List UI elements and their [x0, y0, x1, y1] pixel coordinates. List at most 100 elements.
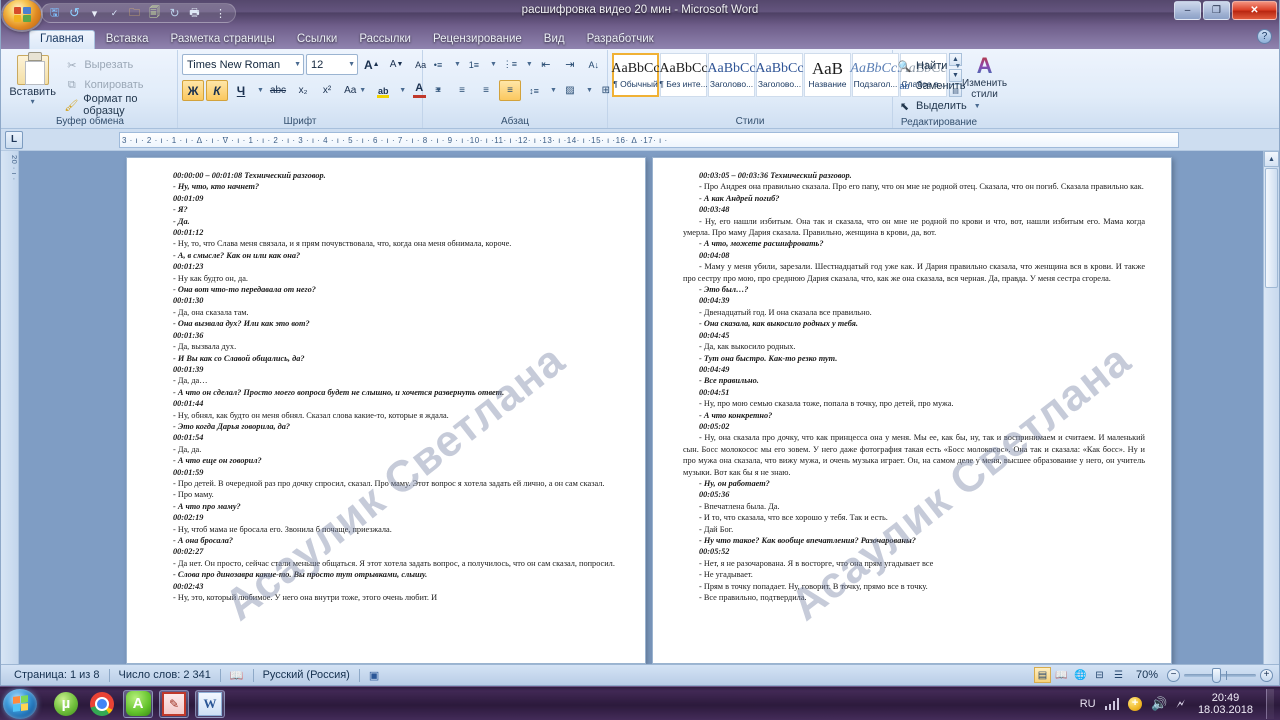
paste-icon[interactable]: 🗐 — [146, 5, 163, 22]
customize-qat-icon[interactable]: ⋮ — [212, 5, 229, 22]
decrease-indent-button[interactable]: ⇤ — [535, 54, 557, 75]
numbering-dropdown-icon[interactable]: ▼ — [487, 61, 497, 68]
style-heading-1[interactable]: AaBbCc Заголово... — [707, 53, 756, 97]
close-button[interactable]: ✕ — [1232, 1, 1277, 20]
zoom-level[interactable]: 70% — [1129, 669, 1165, 681]
zoom-slider[interactable]: − + — [1167, 667, 1273, 683]
open-icon[interactable]: 🗀 — [126, 5, 143, 22]
superscript-button[interactable]: x² — [316, 80, 338, 101]
align-justify-button[interactable]: ≡ — [499, 80, 521, 101]
paste-button[interactable]: Вставить ▾ — [7, 52, 58, 106]
shrink-font-button[interactable]: A ▼ — [386, 54, 408, 75]
document-page-left[interactable]: 00:00:00 – 00:01:08 Технический разговор… — [126, 157, 646, 664]
select-dropdown-icon[interactable]: ▼ — [971, 103, 981, 110]
proofing-status-icon[interactable]: 📖 — [221, 667, 253, 684]
tab-stop-selector[interactable]: L — [5, 130, 23, 149]
language-indicator[interactable]: RU — [1080, 698, 1096, 710]
office-button[interactable] — [3, 0, 41, 30]
font-name-combo[interactable]: Times New Roman ▼ — [182, 54, 304, 75]
select-button[interactable]: ⬉ Выделить ▼ — [897, 96, 981, 116]
underline-button[interactable]: Ч — [230, 80, 252, 101]
network-signal-icon[interactable] — [1104, 697, 1120, 710]
document-scrollbar[interactable]: ▲ — [1263, 151, 1279, 664]
grow-font-button[interactable]: A ▲ — [360, 54, 384, 75]
bullets-button[interactable]: •≡ — [427, 54, 449, 75]
view-draft-button[interactable]: ☰ — [1110, 667, 1127, 683]
tab-references[interactable]: Ссылки — [286, 31, 349, 50]
tab-page-layout[interactable]: Разметка страницы — [160, 31, 286, 50]
taskbar-item-utorrent[interactable]: µ — [51, 690, 81, 718]
style-heading-2[interactable]: AaBbCc Заголово... — [755, 53, 804, 97]
scrollbar-thumb[interactable] — [1265, 168, 1278, 288]
tab-developer[interactable]: Разработчик — [576, 31, 665, 50]
multilevel-list-button[interactable]: ⋮≡ — [499, 54, 521, 75]
paste-dropdown-icon[interactable]: ▾ — [31, 98, 35, 106]
cut-button[interactable]: ✂ Вырезать — [64, 56, 173, 74]
find-button[interactable]: 🔍 Найти ▼ — [897, 56, 962, 76]
page-indicator[interactable]: Страница: 1 из 8 — [5, 667, 109, 684]
undo-dropdown-icon[interactable]: ▾ — [86, 5, 103, 22]
view-web-layout-button[interactable]: 🌐 — [1072, 667, 1089, 683]
change-case-button[interactable]: Aa ▼ — [340, 80, 370, 101]
word-count[interactable]: Число слов: 2 341 — [110, 667, 220, 684]
highlight-dropdown-icon[interactable]: ▼ — [396, 87, 406, 94]
align-right-button[interactable]: ≡ — [475, 80, 497, 101]
tab-mailings[interactable]: Рассылки — [348, 31, 422, 50]
redo-icon[interactable]: ↻ — [166, 5, 183, 22]
print-icon[interactable]: 🖶 — [186, 5, 203, 22]
restore-button[interactable]: ❐ — [1203, 1, 1230, 20]
view-print-layout-button[interactable]: ▤ — [1033, 667, 1051, 683]
tab-view[interactable]: Вид — [533, 31, 576, 50]
tab-review[interactable]: Рецензирование — [422, 31, 533, 50]
style-no-spacing[interactable]: AaBbCc ¶ Без инте... — [659, 53, 708, 97]
copy-button[interactable]: ⧉ Копировать — [64, 76, 173, 94]
replace-button[interactable]: ab Заменить — [897, 76, 965, 96]
chevron-down-icon[interactable]: ▼ — [291, 61, 301, 68]
horizontal-ruler[interactable]: 3 · ı · 2 · ı · 1 · ı · ᐃ · ı · ᐁ · ı · … — [119, 132, 1179, 148]
style-normal[interactable]: AaBbCc ¶ Обычный — [611, 53, 660, 97]
page-left-text[interactable]: 00:00:00 – 00:01:08 Технический разговор… — [157, 170, 619, 603]
page-right-text[interactable]: 00:03:05 – 00:03:36 Технический разговор… — [683, 170, 1145, 603]
scroll-up-button[interactable]: ▲ — [1264, 151, 1279, 167]
line-spacing-button[interactable]: ↕≡ — [523, 80, 545, 101]
align-left-button[interactable]: ≡ — [427, 80, 449, 101]
undo-icon[interactable]: ↺ — [66, 5, 83, 22]
action-center-icon[interactable]: + — [1128, 696, 1143, 711]
show-desktop-button[interactable] — [1266, 688, 1274, 719]
italic-button[interactable]: К — [206, 80, 228, 101]
bold-button[interactable]: Ж — [182, 80, 204, 101]
start-button[interactable] — [3, 688, 37, 719]
zoom-slider-track[interactable] — [1184, 667, 1256, 683]
tab-home[interactable]: Главная — [29, 29, 95, 49]
style-subtitle[interactable]: AaBbCc. Подзагол... — [850, 53, 901, 97]
shading-dropdown-icon[interactable]: ▼ — [583, 87, 593, 94]
align-center-button[interactable]: ≡ — [451, 80, 473, 101]
taskbar-item-word[interactable]: W — [195, 689, 225, 718]
save-icon[interactable]: 🖫 — [46, 5, 63, 22]
chevron-down-icon[interactable]: ▼ — [345, 61, 355, 68]
language-indicator[interactable]: Русский (Россия) — [254, 667, 359, 684]
increase-indent-button[interactable]: ⇥ — [559, 54, 581, 75]
zoom-in-button[interactable]: + — [1260, 668, 1273, 682]
find-dropdown-icon[interactable]: ▼ — [951, 63, 961, 70]
line-spacing-dropdown-icon[interactable]: ▼ — [547, 87, 557, 94]
shading-button[interactable]: ▨ — [559, 80, 581, 101]
font-size-combo[interactable]: 12 ▼ — [306, 54, 358, 75]
tab-insert[interactable]: Вставка — [95, 31, 160, 50]
text-highlight-button[interactable]: ab — [372, 80, 394, 101]
style-title[interactable]: АаB Название — [804, 53, 851, 97]
bullets-dropdown-icon[interactable]: ▼ — [451, 61, 461, 68]
subscript-button[interactable]: x₂ — [292, 80, 314, 101]
minimize-button[interactable]: – — [1174, 1, 1201, 20]
view-outline-button[interactable]: ⊟ — [1091, 667, 1108, 683]
help-icon[interactable]: ? — [1257, 29, 1272, 44]
taskbar-item-avast[interactable]: A — [123, 689, 153, 718]
underline-dropdown-icon[interactable]: ▼ — [254, 87, 264, 94]
sort-button[interactable]: A↓ — [583, 54, 605, 75]
format-painter-button[interactable]: 🖌 Формат по образцу — [64, 93, 173, 117]
zoom-slider-handle[interactable] — [1212, 667, 1221, 683]
spelling-check-icon[interactable]: ✓ — [106, 5, 123, 22]
taskbar-item-paint[interactable]: ✎ — [159, 689, 189, 718]
multilevel-dropdown-icon[interactable]: ▼ — [523, 61, 533, 68]
taskbar-item-chrome[interactable] — [87, 690, 117, 718]
